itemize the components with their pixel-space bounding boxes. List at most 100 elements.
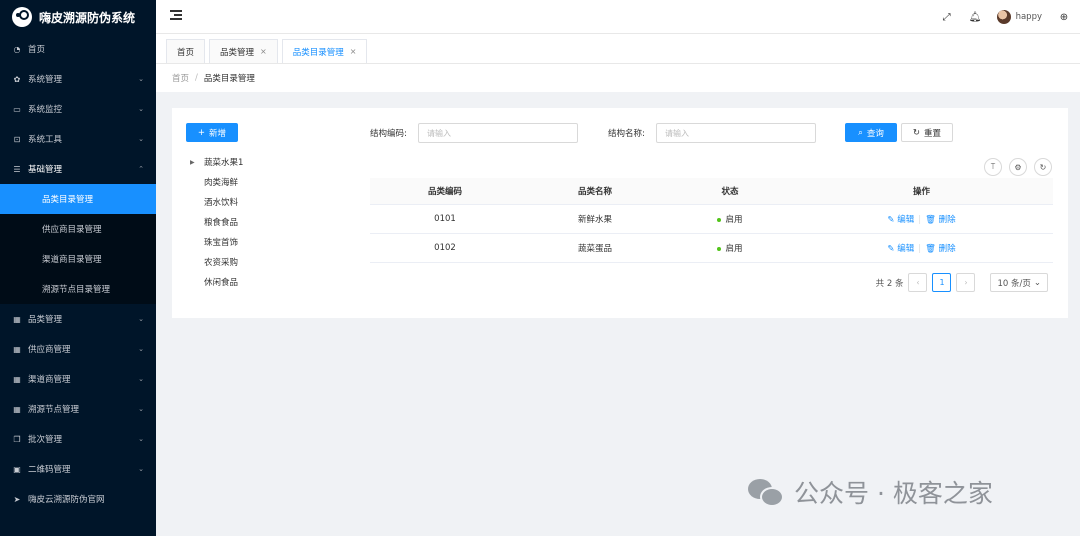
caret-right-icon[interactable]: ▶ (190, 159, 195, 166)
column-header: 操作 (912, 187, 930, 197)
cell-actions: ✎ 编辑 | 🗑︎ 删除 (790, 242, 1053, 254)
watermark-text: 公众号 · 极客之家 (794, 479, 993, 508)
qrcode-icon: ▣ (13, 464, 21, 474)
sidebar-item-label: 溯源节点管理 (28, 405, 80, 415)
sidebar-subitem-category-catalog[interactable]: 品类目录管理 (0, 184, 156, 214)
sidebar-item-label: 渠道商管理 (28, 375, 71, 385)
app-title: 嗨皮溯源防伪系统 (39, 10, 136, 25)
delete-link[interactable]: 🗑︎ 删除 (925, 215, 956, 225)
table-row: 0102 蔬菜蛋品 启用 ✎ 编辑 | 🗑︎ 删除 (370, 234, 1053, 263)
sidebar-subitem-supplier-catalog[interactable]: 供应商目录管理 (0, 214, 156, 244)
app-logo[interactable]: 嗨皮溯源防伪系统 (0, 0, 156, 34)
prev-page-button[interactable]: ‹ (908, 273, 928, 292)
sidebar-item-batch[interactable]: ❐ 批次管理 ⌄ (0, 424, 156, 454)
sidebar-item-qrcode[interactable]: ▣ 二维码管理 ⌄ (0, 454, 156, 484)
tab-label: 首页 (177, 47, 195, 58)
cell-status: 启用 (670, 242, 790, 254)
content-card: + 新增 ▶ 蔬菜水果1 肉类海鲜 酒水饮料 粮食食品 珠宝首饰 农资采购 休闲… (172, 108, 1068, 318)
bell-icon[interactable]: 🔔︎ (969, 12, 982, 23)
close-icon[interactable]: × (350, 47, 357, 56)
chevron-down-icon: ⌄ (1033, 277, 1041, 288)
refresh-icon[interactable]: ↻ (1034, 158, 1052, 176)
sidebar-item-system[interactable]: ✿ 系统管理 ⌄ (0, 64, 156, 94)
tab-category-management[interactable]: 品类管理 × (209, 39, 278, 63)
tree-node[interactable]: 酒水饮料 (190, 192, 350, 212)
tab-label: 品类目录管理 (292, 47, 344, 58)
sidebar-item-trace-node[interactable]: ▦ 溯源节点管理 ⌄ (0, 394, 156, 424)
tree-node-label: 酒水饮料 (204, 198, 239, 208)
next-page-button[interactable]: › (956, 273, 976, 292)
tab-category-catalog[interactable]: 品类目录管理 × (281, 39, 368, 63)
sidebar-item-monitor[interactable]: ▭ 系统监控 ⌄ (0, 94, 156, 124)
reset-button[interactable]: ↻ 重置 (901, 123, 953, 142)
breadcrumb-home[interactable]: 首页 (172, 72, 189, 84)
status-text: 启用 (725, 215, 743, 225)
query-button[interactable]: ⌕ 查询 (845, 123, 897, 142)
menu-fold-icon[interactable] (170, 10, 182, 22)
sidebar-item-category[interactable]: ▦ 品类管理 ⌄ (0, 304, 156, 334)
column-header: 品类编码 (427, 187, 462, 197)
table-icon: ▦ (13, 374, 21, 384)
sidebar-item-home[interactable]: ◔ 首页 (0, 34, 156, 64)
sidebar-submenu-basic: 品类目录管理 供应商目录管理 渠道商目录管理 溯源节点目录管理 (0, 184, 156, 304)
code-input-placeholder: 请输入 (427, 128, 451, 138)
breadcrumb-separator: / (195, 73, 198, 83)
add-button[interactable]: + 新增 (186, 123, 238, 142)
status-dot (717, 217, 722, 222)
delete-label: 删除 (938, 215, 956, 225)
user-menu[interactable]: happy (996, 10, 1042, 24)
fullscreen-icon[interactable]: ⤢ (941, 12, 953, 23)
sidebar-item-label: 系统工具 (28, 135, 63, 145)
tab-home[interactable]: 首页 (166, 39, 206, 63)
sidebar-item-supplier[interactable]: ▦ 供应商管理 ⌄ (0, 334, 156, 364)
page-size-select[interactable]: 10 条/页 ⌄ (990, 273, 1048, 292)
edit-link[interactable]: ✎ 编辑 (887, 215, 914, 225)
sidebar-menu: ◔ 首页 ✿ 系统管理 ⌄ ▭ 系统监控 ⌄ ⊡ 系统工具 ⌄ ☰ 基础管理 ⌃… (0, 34, 156, 514)
status-text: 启用 (725, 244, 743, 254)
tree-node[interactable]: 粮食食品 (190, 212, 350, 232)
chevron-down-icon: ⌄ (138, 465, 144, 473)
name-input[interactable]: 请输入 (656, 123, 816, 143)
tree-node[interactable]: 农资采购 (190, 252, 350, 272)
sidebar-item-official-site[interactable]: ➤ 嗨皮云溯源防伪官网 (0, 484, 156, 514)
sidebar-subitem-trace-node-catalog[interactable]: 溯源节点目录管理 (0, 274, 156, 304)
page-number-button[interactable]: 1 (932, 273, 952, 292)
status-dot (717, 246, 722, 251)
sidebar-item-channel[interactable]: ▦ 渠道商管理 ⌄ (0, 364, 156, 394)
sidebar-item-basic[interactable]: ☰ 基础管理 ⌃ (0, 154, 156, 184)
delete-label: 删除 (938, 244, 956, 254)
tree-node-label: 珠宝首饰 (204, 238, 239, 248)
tree-node[interactable]: 肉类海鲜 (190, 172, 350, 192)
copy-icon: ❐ (13, 434, 21, 444)
chevron-down-icon: ⌄ (138, 105, 144, 113)
cell-name: 蔬菜蛋品 (577, 244, 612, 254)
chevron-down-icon: ⌄ (138, 75, 144, 83)
sidebar-subitem-label: 溯源节点目录管理 (42, 285, 111, 295)
delete-link[interactable]: 🗑︎ 删除 (925, 244, 956, 254)
name-input-placeholder: 请输入 (665, 128, 689, 138)
tree-node-root[interactable]: ▶ 蔬菜水果1 (190, 152, 350, 172)
table-row: 0101 新鲜水果 启用 ✎ 编辑 | 🗑︎ 删除 (370, 205, 1053, 234)
action-divider: | (918, 215, 922, 225)
code-input[interactable]: 请输入 (418, 123, 578, 143)
edit-link[interactable]: ✎ 编辑 (887, 244, 914, 254)
globe-icon[interactable]: ⊕ (1058, 12, 1070, 23)
column-header: 状态 (721, 187, 739, 197)
sidebar-item-tools[interactable]: ⊡ 系统工具 ⌄ (0, 124, 156, 154)
setting-icon[interactable]: ⚙ (1009, 158, 1027, 176)
category-table: 品类编码 品类名称 状态 操作 0101 新鲜水果 启用 ✎ 编辑 | 🗑︎ 删除 … (370, 178, 1053, 263)
sidebar-subitem-channel-catalog[interactable]: 渠道商目录管理 (0, 244, 156, 274)
column-height-icon[interactable]: ⟙ (984, 158, 1002, 176)
gear-icon: ✿ (13, 74, 21, 84)
tree-node-label: 蔬菜水果1 (204, 158, 244, 168)
close-icon[interactable]: × (260, 47, 267, 56)
table-icon: ▦ (13, 314, 21, 324)
pagination: 共 2 条 ‹ 1 › 10 条/页 ⌄ (876, 273, 1048, 292)
code-label: 结构编码: (370, 129, 407, 139)
tree-node-label: 农资采购 (204, 258, 239, 268)
tree-node[interactable]: 珠宝首饰 (190, 232, 350, 252)
column-header: 品类名称 (577, 187, 612, 197)
header-actions: ⤢ 🔔︎ happy ⊕ (941, 0, 1070, 34)
tab-label: 品类管理 (220, 47, 255, 58)
tree-node[interactable]: 休闲食品 (190, 272, 350, 292)
